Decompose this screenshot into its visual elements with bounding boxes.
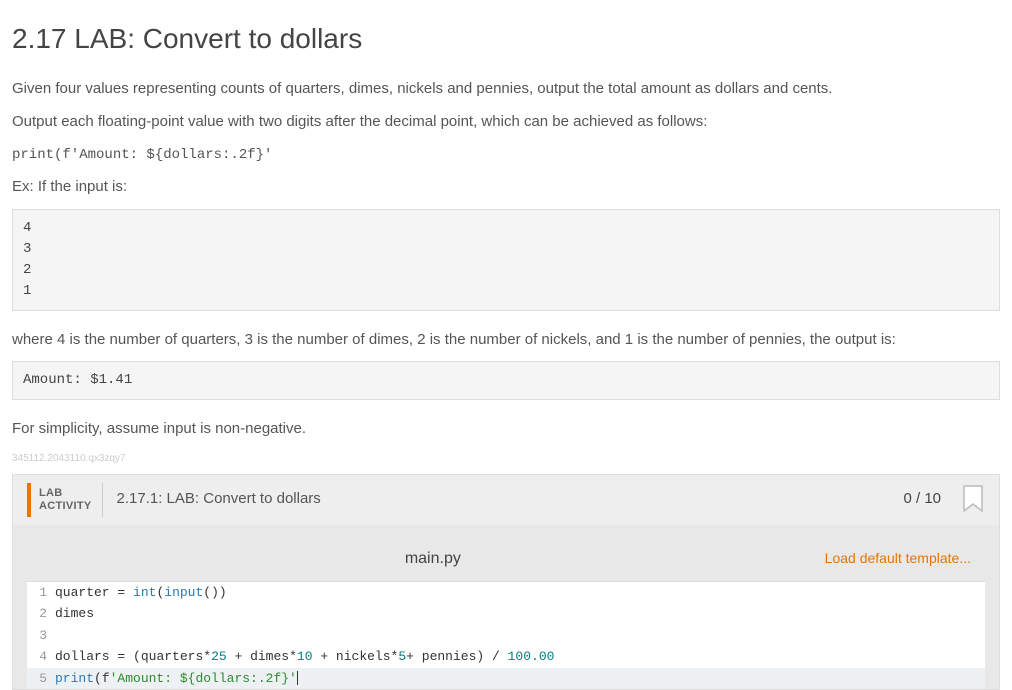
intro-paragraph-2: Output each floating-point value with tw… (12, 111, 1000, 134)
load-default-template-link[interactable]: Load default template... (825, 548, 971, 569)
watermark-id: 345112.2043110.qx3zqy7 (12, 451, 1000, 466)
code-line: 4 dollars = (quarters*25 + dimes*10 + ni… (27, 646, 985, 668)
explain-paragraph: where 4 is the number of quarters, 3 is … (12, 329, 1000, 352)
line-number: 3 (27, 625, 55, 647)
bookmark-icon[interactable] (961, 485, 985, 515)
editor-toolbar: main.py Load default template... (27, 539, 985, 581)
lab-activity-card: LAB ACTIVITY 2.17.1: LAB: Convert to dol… (12, 474, 1000, 690)
code-line: 1 quarter = int(input()) (27, 582, 985, 604)
line-number: 5 (27, 668, 55, 690)
lab-badge-line1: LAB (39, 487, 92, 500)
code-line: 2 dimes (27, 603, 985, 625)
line-number: 1 (27, 582, 55, 604)
code-line: 3 (27, 625, 985, 647)
text-cursor (297, 671, 298, 685)
intro-paragraph-1: Given four values representing counts of… (12, 78, 1000, 101)
code-line: 5 print(f'Amount: ${dollars:.2f}' (27, 668, 985, 690)
editor-filename: main.py (41, 547, 825, 571)
example-label: Ex: If the input is: (12, 176, 1000, 199)
page-title: 2.17 LAB: Convert to dollars (12, 18, 1000, 60)
example-input-block: 4 3 2 1 (12, 209, 1000, 311)
line-number: 4 (27, 646, 55, 668)
line-number: 2 (27, 603, 55, 625)
lab-header: LAB ACTIVITY 2.17.1: LAB: Convert to dol… (13, 475, 999, 525)
example-output-block: Amount: $1.41 (12, 361, 1000, 400)
code-editor[interactable]: 1 quarter = int(input()) 2 dimes 3 4 dol… (27, 581, 985, 690)
lab-score: 0 / 10 (903, 488, 941, 511)
lab-badge-line2: ACTIVITY (39, 500, 92, 513)
format-example-code: print(f'Amount: ${dollars:.2f}' (12, 147, 272, 163)
lab-badge: LAB ACTIVITY (27, 483, 103, 517)
editor-area: main.py Load default template... 1 quart… (13, 525, 999, 690)
lab-activity-title: 2.17.1: LAB: Convert to dollars (117, 488, 890, 511)
simplicity-note: For simplicity, assume input is non-nega… (12, 418, 1000, 441)
